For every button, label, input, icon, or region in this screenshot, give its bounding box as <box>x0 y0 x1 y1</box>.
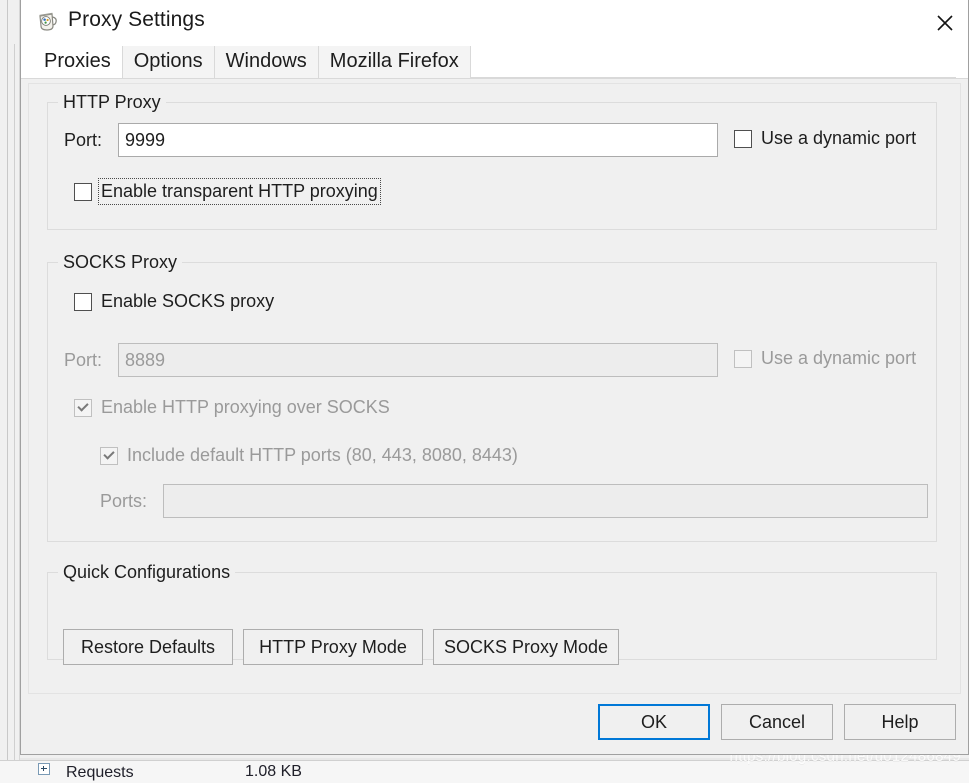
screen: Requests 1.08 KB https://blog.csdn.net/u… <box>0 0 969 783</box>
tab-options[interactable]: Options <box>122 46 215 78</box>
http-proxy-mode-button[interactable]: HTTP Proxy Mode <box>243 629 423 665</box>
ok-button[interactable]: OK <box>598 704 710 740</box>
restore-defaults-button[interactable]: Restore Defaults <box>63 629 233 665</box>
checkbox-box <box>100 446 118 465</box>
dialog-footer: OK Cancel Help <box>21 694 968 754</box>
background-session-row[interactable]: Requests 1.08 KB <box>0 760 969 783</box>
cancel-button[interactable]: Cancel <box>721 704 833 740</box>
proxies-tab-panel: HTTP Proxy Port: 9999 Use a dynamic port… <box>28 83 961 694</box>
socks-proxy-group: SOCKS Proxy Enable SOCKS proxy Port: 888… <box>47 252 937 542</box>
http-proxy-group-legend: HTTP Proxy <box>58 92 166 113</box>
http-port-input[interactable]: 9999 <box>118 123 718 157</box>
checkbox-box <box>74 182 92 201</box>
close-button[interactable] <box>922 0 968 46</box>
http-proxy-group: HTTP Proxy Port: 9999 Use a dynamic port… <box>47 92 937 230</box>
checkbox-box <box>74 292 92 311</box>
http-use-dynamic-port-label: Use a dynamic port <box>761 128 917 148</box>
dialog-title: Proxy Settings <box>68 8 205 31</box>
socks-use-dynamic-port-label: Use a dynamic port <box>761 348 917 368</box>
socks-use-dynamic-port-checkbox: Use a dynamic port <box>734 348 916 369</box>
close-icon <box>937 15 953 31</box>
enable-http-proxying-over-socks-checkbox: Enable HTTP proxying over SOCKS <box>74 397 390 418</box>
socks-ports-input <box>163 484 928 518</box>
include-default-http-ports-checkbox: Include default HTTP ports (80, 443, 808… <box>100 445 518 466</box>
http-port-label: Port: <box>64 130 103 150</box>
fiddler-jug-icon <box>34 9 60 35</box>
checkbox-box <box>74 398 92 417</box>
background-row-label: Requests <box>66 764 134 781</box>
background-row-tree-cell: Requests <box>38 763 134 782</box>
socks-port-label: Port: <box>64 350 103 370</box>
socks-ports-label: Ports: <box>100 491 148 511</box>
enable-socks-proxy-label: Enable SOCKS proxy <box>101 291 275 311</box>
tabstrip: Proxies Options Windows Mozilla Firefox <box>21 46 968 78</box>
background-left-rail <box>0 0 20 783</box>
socks-port-input: 8889 <box>118 343 718 377</box>
proxy-settings-dialog: Proxy Settings Proxies Options Windows M… <box>20 0 969 755</box>
tree-connector-icon <box>54 764 66 782</box>
quick-configurations-group-legend: Quick Configurations <box>58 562 236 583</box>
checkbox-box <box>734 349 752 368</box>
background-row-size: 1.08 KB <box>245 763 302 780</box>
dialog-body: HTTP Proxy Port: 9999 Use a dynamic port… <box>21 78 968 754</box>
dialog-titlebar: Proxy Settings <box>21 0 968 46</box>
enable-http-proxying-over-socks-label: Enable HTTP proxying over SOCKS <box>101 397 390 417</box>
expand-plus-icon[interactable] <box>38 763 50 775</box>
enable-transparent-http-proxying-label: Enable transparent HTTP proxying <box>98 178 381 205</box>
include-default-http-ports-label: Include default HTTP ports (80, 443, 808… <box>127 445 518 465</box>
enable-socks-proxy-checkbox[interactable]: Enable SOCKS proxy <box>74 291 274 312</box>
tab-mozilla-firefox[interactable]: Mozilla Firefox <box>318 46 471 78</box>
checkbox-box <box>734 129 752 148</box>
tab-proxies[interactable]: Proxies <box>33 46 123 78</box>
enable-transparent-http-proxying-checkbox[interactable]: Enable transparent HTTP proxying <box>74 178 381 205</box>
tab-windows[interactable]: Windows <box>214 46 319 78</box>
socks-proxy-mode-button[interactable]: SOCKS Proxy Mode <box>433 629 619 665</box>
help-button[interactable]: Help <box>844 704 956 740</box>
socks-proxy-group-legend: SOCKS Proxy <box>58 252 183 273</box>
http-use-dynamic-port-checkbox[interactable]: Use a dynamic port <box>734 128 916 149</box>
